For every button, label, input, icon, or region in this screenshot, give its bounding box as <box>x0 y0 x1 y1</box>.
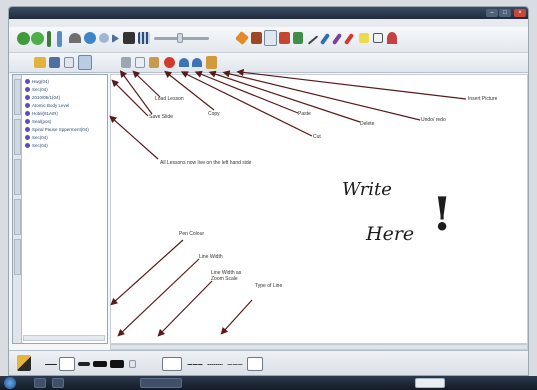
arrow-undo-redo <box>222 70 421 121</box>
arrow-line-width <box>117 258 200 337</box>
arrow-type-of-line <box>220 299 253 335</box>
arrow-load-lesson <box>132 70 161 98</box>
annotation-arrows <box>109 68 467 337</box>
arrow-save-slide <box>119 70 153 115</box>
arrow-paste <box>194 70 299 114</box>
arrow-all-lessons <box>109 115 159 160</box>
arrow-pen-colour <box>110 239 184 306</box>
arrow-copy <box>164 70 215 111</box>
arrow-new-slide <box>111 79 149 117</box>
arrow-insert-picture <box>236 68 467 100</box>
arrow-cut <box>180 71 313 137</box>
